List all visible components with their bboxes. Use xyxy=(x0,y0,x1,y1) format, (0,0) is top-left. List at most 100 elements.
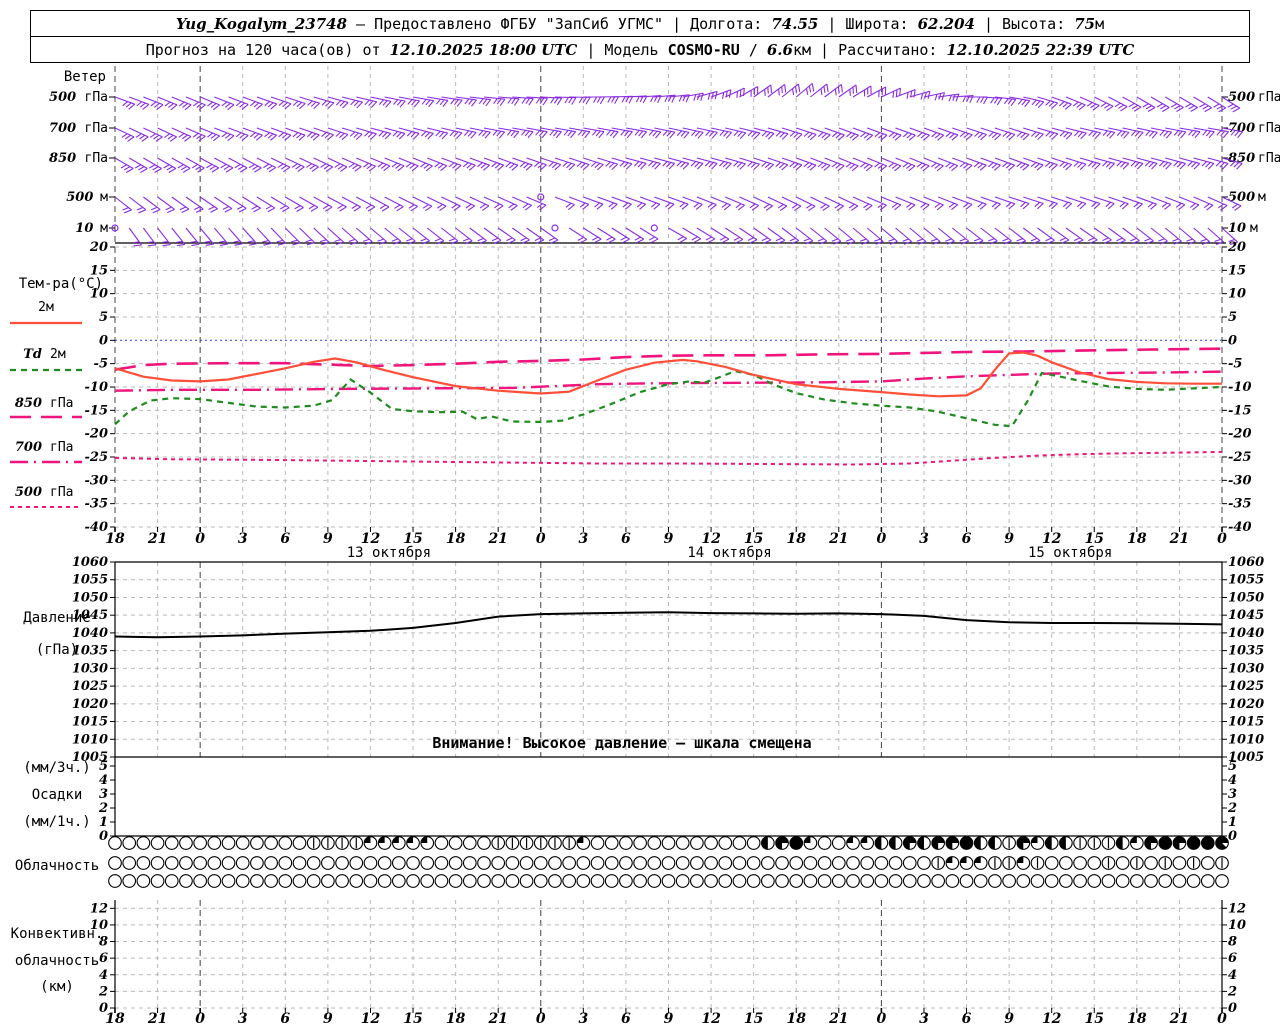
svg-text:21: 21 xyxy=(487,531,507,547)
svg-text:-35: -35 xyxy=(85,497,109,512)
svg-text:20: 20 xyxy=(89,240,108,255)
pressure-panel: 1060 10601055 10551050 10501045 10451040 1040… xyxy=(23,555,1264,765)
svg-text:-10: -10 xyxy=(85,380,109,395)
svg-text:15: 15 xyxy=(1228,263,1246,278)
separator: | xyxy=(672,14,682,33)
svg-text:6: 6 xyxy=(99,951,108,966)
svg-text:м: м xyxy=(100,190,108,205)
svg-text:850: 850 xyxy=(49,151,76,166)
svg-text:6: 6 xyxy=(962,531,972,547)
svg-text:1025: 1025 xyxy=(72,679,108,694)
svg-text:9: 9 xyxy=(1004,531,1014,547)
svg-text:18: 18 xyxy=(446,531,466,547)
svg-text:20: 20 xyxy=(1227,240,1246,255)
svg-text:0: 0 xyxy=(1217,531,1227,547)
svg-text:гПа: гПа xyxy=(50,440,73,455)
svg-text:-20: -20 xyxy=(85,427,109,442)
svg-text:1040: 1040 xyxy=(72,626,108,641)
svg-text:10: 10 xyxy=(1228,287,1246,302)
svg-text:14 октября: 14 октября xyxy=(687,545,771,561)
svg-text:гПа: гПа xyxy=(1258,151,1280,166)
svg-text:1045: 1045 xyxy=(1228,608,1264,623)
svg-text:500: 500 xyxy=(49,90,76,105)
svg-text:(гПа): (гПа) xyxy=(36,642,78,658)
svg-text:21: 21 xyxy=(828,531,848,547)
header-row-1: Yug_Kogalym_23748 — Предоставлено ФГБУ "… xyxy=(31,11,1249,36)
svg-text:1050: 1050 xyxy=(72,590,108,605)
svg-text:Осадки: Осадки xyxy=(32,787,83,803)
time-axis-mid: 18 21 0 3 6 9 12 15 18 21 0 3 6 9 12 15 18 21 0 3 6 9 12 15 18 21… xyxy=(105,527,1227,561)
svg-text:1040: 1040 xyxy=(1228,626,1264,641)
meteogram-page: { "header": { "sep": "|", "row1": { "sta… xyxy=(0,0,1280,1024)
svg-text:3: 3 xyxy=(99,787,108,802)
svg-text:3: 3 xyxy=(919,531,929,547)
svg-text:12: 12 xyxy=(90,901,108,916)
svg-text:15: 15 xyxy=(744,1011,763,1024)
separator: | xyxy=(827,14,837,33)
svg-text:1010: 1010 xyxy=(1228,732,1264,747)
svg-text:21: 21 xyxy=(828,1011,848,1024)
svg-text:10: 10 xyxy=(1228,221,1246,236)
svg-text:500: 500 xyxy=(15,485,42,500)
svg-text:3: 3 xyxy=(238,1011,248,1024)
svg-text:1: 1 xyxy=(1228,815,1237,830)
convective-panel: 12 1210 108 86 64 42 20 0Конвективн.облачность(… xyxy=(11,900,1246,1016)
svg-text:1015: 1015 xyxy=(72,715,108,730)
svg-text:гПа: гПа xyxy=(85,121,108,136)
svg-text:Ветер: Ветер xyxy=(64,69,106,85)
svg-text:1055: 1055 xyxy=(1228,573,1264,588)
svg-text:-40: -40 xyxy=(1228,520,1252,535)
meteogram-canvas: ВетергПа500 500 гПагПа700 700 гПагПа850 850 гП… xyxy=(10,66,1280,1024)
svg-text:3: 3 xyxy=(578,531,588,547)
svg-text:5: 5 xyxy=(1228,310,1237,325)
svg-text:21: 21 xyxy=(147,1011,167,1024)
wind-panel: ВетергПа500 500 гПагПа700 700 гПагПа850 850 гП… xyxy=(49,66,1280,247)
svg-text:1010: 1010 xyxy=(72,732,108,747)
svg-text:0: 0 xyxy=(1228,829,1237,844)
separator: | xyxy=(984,14,994,33)
svg-text:0: 0 xyxy=(877,1011,887,1024)
svg-text:4: 4 xyxy=(99,773,108,788)
svg-text:6: 6 xyxy=(1228,951,1237,966)
longitude-value: 74.55 xyxy=(771,14,819,33)
altitude-value: 75м xyxy=(1074,14,1105,33)
svg-text:18: 18 xyxy=(1127,1011,1147,1024)
svg-text:гПа: гПа xyxy=(1258,121,1280,136)
svg-text:4: 4 xyxy=(99,968,108,983)
svg-text:1060: 1060 xyxy=(1228,555,1264,570)
svg-text:8: 8 xyxy=(1228,935,1237,950)
svg-text:2: 2 xyxy=(98,984,108,999)
svg-text:гПа: гПа xyxy=(85,151,108,166)
svg-text:18: 18 xyxy=(786,531,806,547)
svg-text:1030: 1030 xyxy=(1228,661,1264,676)
svg-text:9: 9 xyxy=(664,531,674,547)
svg-text:18: 18 xyxy=(786,1011,806,1024)
svg-text:2: 2 xyxy=(1227,801,1237,816)
svg-text:12: 12 xyxy=(701,1011,721,1024)
svg-text:5: 5 xyxy=(1228,759,1237,774)
svg-text:500: 500 xyxy=(66,190,93,205)
time-axis-bottom: 18 21 0 3 6 9 12 15 18 21 0 3 6 9 12 15 18 21 0 3 6 9 12 15 18 21… xyxy=(105,1008,1227,1024)
model-resolution: 6.6км xyxy=(766,40,812,59)
svg-text:6: 6 xyxy=(280,1011,290,1024)
svg-text:-20: -20 xyxy=(1228,427,1252,442)
svg-text:12: 12 xyxy=(1042,1011,1062,1024)
svg-text:Облачность: Облачность xyxy=(15,858,99,874)
svg-text:13 октября: 13 октября xyxy=(347,545,431,561)
svg-text:гПа: гПа xyxy=(50,485,73,500)
svg-text:6: 6 xyxy=(962,1011,972,1024)
model-label: Модель xyxy=(604,40,659,59)
svg-text:1015: 1015 xyxy=(1228,715,1264,730)
svg-text:-25: -25 xyxy=(85,450,109,465)
svg-text:4: 4 xyxy=(1228,968,1237,983)
svg-text:18: 18 xyxy=(446,1011,466,1024)
svg-text:21: 21 xyxy=(1169,531,1189,547)
svg-text:-15: -15 xyxy=(1228,403,1252,418)
svg-text:0: 0 xyxy=(1228,1001,1237,1016)
provider-text: Предоставлено ФГБУ "ЗапСиб УГМС" xyxy=(374,14,664,33)
svg-text:1055: 1055 xyxy=(72,573,108,588)
svg-text:850: 850 xyxy=(15,396,42,411)
separator: | xyxy=(586,40,596,59)
model-name: COSMO-RU xyxy=(667,40,740,59)
latitude-label: Широта: xyxy=(845,14,909,33)
